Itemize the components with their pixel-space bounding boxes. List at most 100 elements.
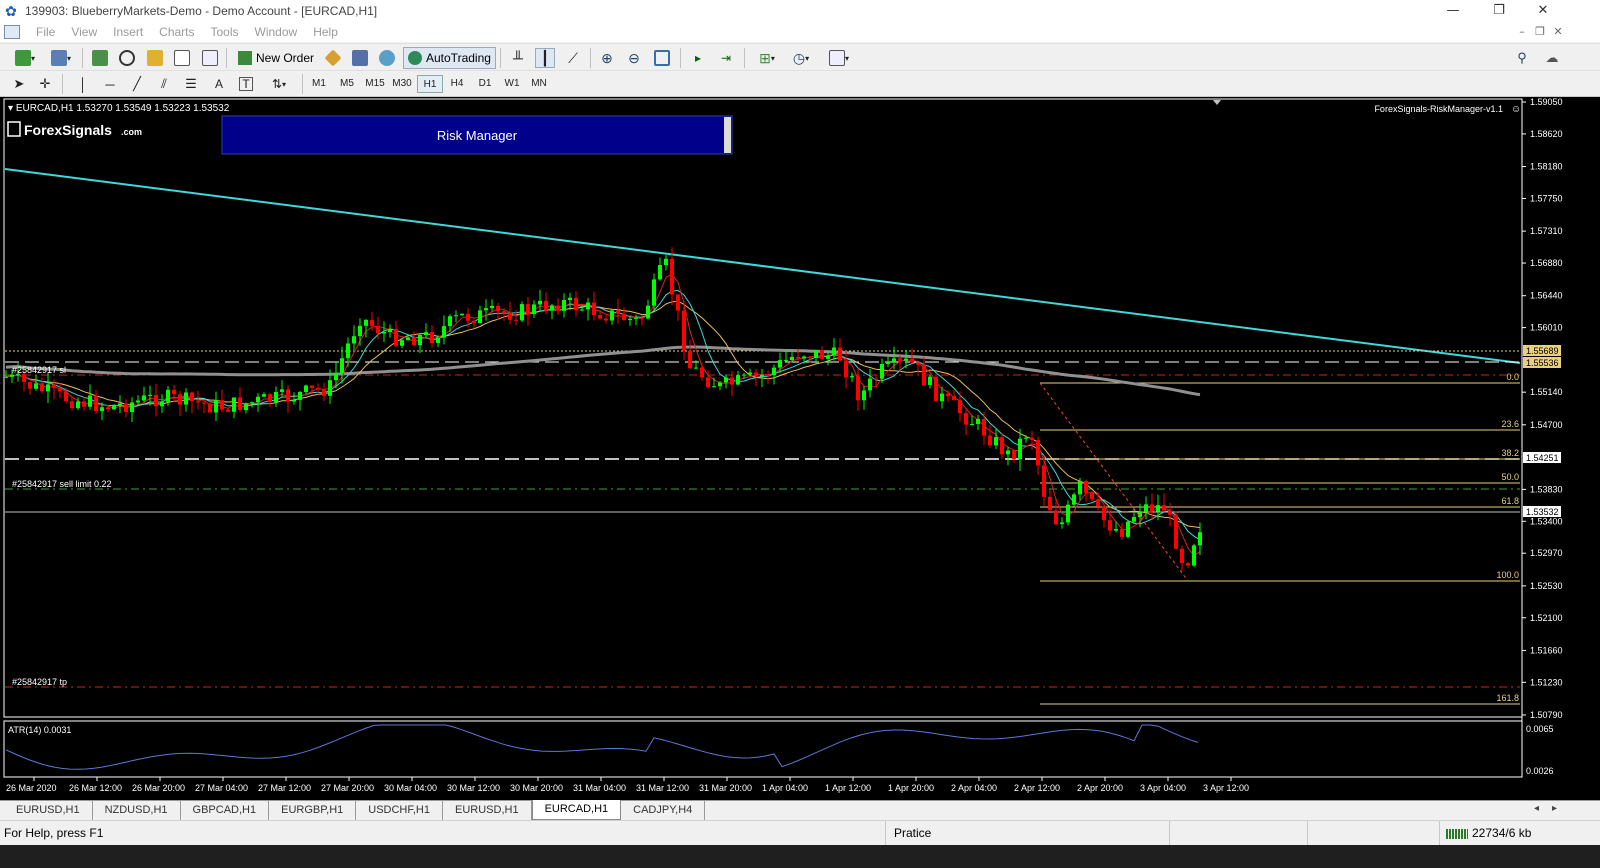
candle-body: [292, 399, 296, 402]
candle-body: [652, 279, 656, 306]
candlestick-button[interactable]: ┃: [535, 48, 555, 68]
menu-view[interactable]: View: [63, 22, 105, 42]
signals-button[interactable]: [350, 48, 370, 68]
templates-button[interactable]: ▾: [823, 48, 855, 68]
minimize-button[interactable]: —: [1430, 0, 1476, 22]
market-watch-button[interactable]: [90, 48, 110, 68]
chat-button[interactable]: ☁: [1542, 48, 1562, 68]
market-button[interactable]: [377, 48, 397, 68]
strategy-tester-button[interactable]: [200, 48, 220, 68]
status-profile: Pratice: [890, 821, 1170, 846]
trendline-button[interactable]: ╱: [128, 74, 146, 94]
menu-charts[interactable]: Charts: [151, 22, 202, 42]
timeframe-m5[interactable]: M5: [334, 75, 360, 93]
profiles-button[interactable]: ▾: [46, 48, 76, 68]
timeframe-m1[interactable]: M1: [306, 75, 332, 93]
price-label: 1.51230: [1530, 677, 1563, 687]
chart-shift-button[interactable]: ⇥: [716, 48, 736, 68]
tab-eurcad-h1[interactable]: EURCAD,H1: [531, 800, 622, 820]
candle-body: [658, 265, 662, 280]
data-window-button[interactable]: [117, 48, 137, 68]
mdi-restore-button[interactable]: ❐: [1530, 22, 1550, 42]
tab-gbpcad-h1[interactable]: GBPCAD,H1: [181, 801, 270, 820]
price-label: 1.58180: [1530, 162, 1563, 172]
price-chart[interactable]: 1.59050 1.58620 1.58180 1.57750 1.57310 1.568…: [0, 97, 1600, 800]
bar-chart-button[interactable]: ╨: [508, 48, 528, 68]
metaeditor-button[interactable]: [323, 48, 343, 68]
tabs-scroll-right-icon[interactable]: ▸: [1552, 803, 1557, 814]
cursor-button[interactable]: ➤: [10, 74, 28, 94]
new-chart-button[interactable]: ▾: [8, 48, 42, 68]
zoom-out-button[interactable]: ⊖: [624, 48, 644, 68]
candle-body: [136, 400, 140, 403]
tab-cadjpy-h4[interactable]: CADJPY,H4: [621, 801, 706, 820]
fib-label: 0.0: [1506, 372, 1519, 382]
candle-body: [748, 372, 752, 375]
fib-label: 38.2: [1501, 448, 1519, 458]
candle-body: [850, 376, 854, 378]
candle-body: [130, 402, 134, 412]
timeframe-h1[interactable]: H1: [417, 75, 443, 93]
candle-body: [1156, 505, 1160, 512]
tabs-scroll-left-icon[interactable]: ◂: [1534, 803, 1539, 814]
menu-help[interactable]: Help: [305, 22, 346, 42]
fibonacci-anchor-line: [1039, 382, 1189, 582]
candle-body: [970, 423, 974, 425]
search-button[interactable]: ⚲: [1512, 48, 1532, 68]
timeframe-w1[interactable]: W1: [499, 75, 525, 93]
timeframe-m15[interactable]: M15: [362, 75, 388, 93]
tab-eurgbp-h1[interactable]: EURGBP,H1: [269, 801, 357, 820]
candle-body: [754, 372, 758, 377]
zoom-in-button[interactable]: ⊕: [597, 48, 617, 68]
candle-body: [562, 300, 566, 311]
tab-eurusd-h1[interactable]: EURUSD,H1: [4, 801, 93, 820]
periods-button[interactable]: ◷ ▾: [786, 48, 816, 68]
chart-window[interactable]: 1.59050 1.58620 1.58180 1.57750 1.57310 1.568…: [0, 97, 1600, 800]
channel-button[interactable]: ⫽: [155, 74, 173, 94]
candle-body: [544, 300, 548, 311]
mdi-minimize-button[interactable]: –: [1512, 22, 1532, 42]
horizontal-line-button[interactable]: ─: [101, 74, 119, 94]
menu-window[interactable]: Window: [247, 22, 306, 42]
vertical-line-button[interactable]: │: [74, 74, 92, 94]
chart-symbol-info: ▾ EURCAD,H1 1.53270 1.53549 1.53223 1.53…: [8, 103, 230, 114]
timeframe-h4[interactable]: H4: [444, 75, 470, 93]
candle-body: [790, 356, 794, 361]
time-label: 30 Mar 04:00: [384, 783, 437, 793]
price-label: 1.56010: [1530, 323, 1563, 333]
fibonacci-retracement: 0.0 23.6 38.2 50.0 61.8 100.0 161.8: [1040, 372, 1520, 705]
new-order-button[interactable]: New Order: [234, 47, 318, 69]
mdi-close-button[interactable]: ✕: [1548, 22, 1568, 42]
fibonacci-button[interactable]: ☰: [182, 74, 200, 94]
candle-body: [1108, 520, 1112, 531]
auto-scroll-button[interactable]: ▸: [688, 48, 708, 68]
timeframe-d1[interactable]: D1: [472, 75, 498, 93]
text-button[interactable]: A: [210, 74, 228, 94]
close-button[interactable]: ✕: [1520, 0, 1566, 22]
candle-body: [148, 394, 152, 396]
candle-body: [202, 402, 206, 404]
navigator-button[interactable]: [145, 48, 165, 68]
timeframe-m30[interactable]: M30: [389, 75, 415, 93]
candle-body: [838, 347, 842, 361]
arrows-button[interactable]: ⇅ ▾: [264, 74, 294, 94]
terminal-button[interactable]: [172, 48, 192, 68]
tile-windows-button[interactable]: [652, 48, 672, 68]
drawing-toolbar: ➤ ✛ │ ─ ╱ ⫽ ☰ A T ⇅ ▾: [0, 71, 1600, 97]
autotrading-button[interactable]: AutoTrading: [403, 47, 496, 69]
menu-file[interactable]: File: [28, 22, 63, 42]
timeframe-mn[interactable]: MN: [526, 75, 552, 93]
text-label-button[interactable]: T: [237, 74, 255, 94]
menu-insert[interactable]: Insert: [105, 22, 151, 42]
line-chart-button[interactable]: ⟋: [563, 48, 583, 68]
tab-usdchf-h1[interactable]: USDCHF,H1: [356, 801, 443, 820]
tab-nzdusd-h1[interactable]: NZDUSD,H1: [93, 801, 181, 820]
crosshair-button[interactable]: ✛: [36, 74, 54, 94]
menu-tools[interactable]: Tools: [203, 22, 247, 42]
restore-button[interactable]: ❐: [1476, 0, 1522, 22]
tab-eurusd-h1-2[interactable]: EURUSD,H1: [443, 801, 532, 820]
indicators-button[interactable]: ⊞ ▾: [752, 48, 782, 68]
autotrading-icon: [408, 51, 422, 65]
candle-body: [628, 318, 632, 321]
candle-body: [514, 319, 518, 321]
